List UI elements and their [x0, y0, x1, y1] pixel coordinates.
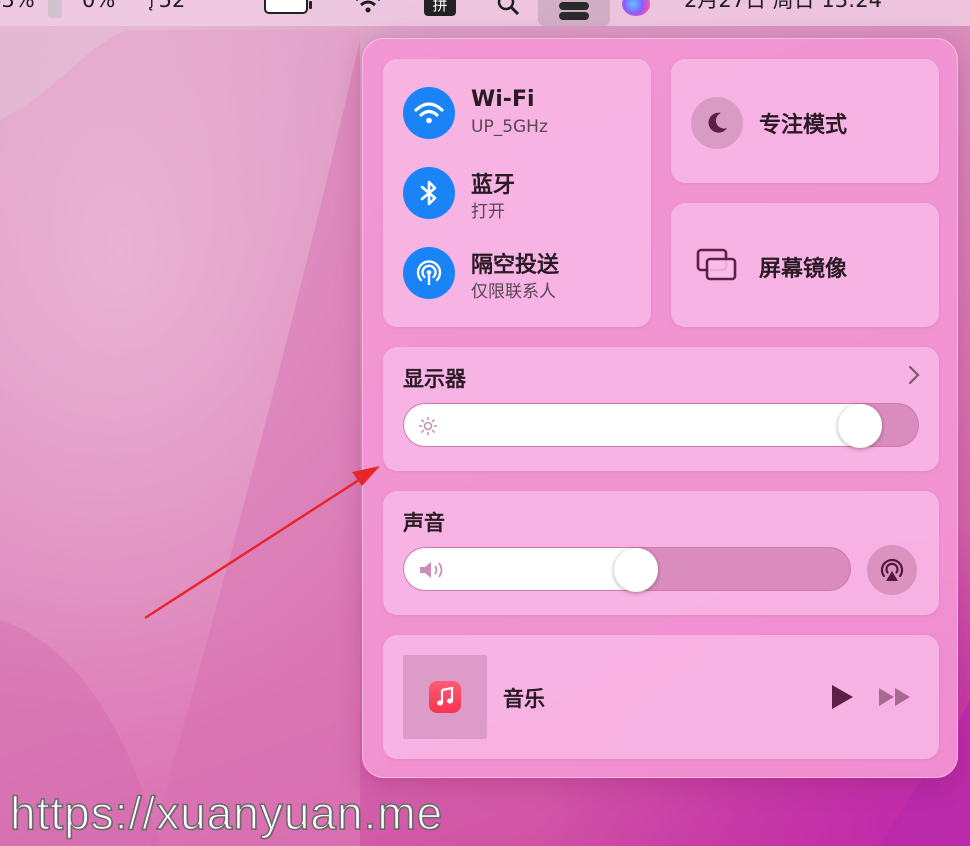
moon-icon: [691, 97, 743, 149]
toggle-switches-icon: [559, 2, 589, 20]
wifi-title: Wi-Fi: [471, 87, 535, 112]
bluetooth-icon[interactable]: [403, 167, 455, 219]
sound-module: 声音: [383, 491, 939, 615]
airdrop-toggle-row[interactable]: 隔空投送 仅限联系人: [403, 247, 643, 302]
memory-usage[interactable]: 0%: [82, 0, 115, 14]
cpu-usage[interactable]: 43%: [0, 0, 35, 14]
wifi-network-name: UP_5GHz: [471, 117, 548, 137]
volume-slider-knob[interactable]: [614, 548, 658, 592]
chevron-right-icon[interactable]: [907, 365, 921, 389]
connectivity-module[interactable]: Wi-Fi UP_5GHz 蓝牙 打开 隔空投送 仅限联系人: [383, 59, 651, 327]
battery-icon[interactable]: [264, 0, 312, 14]
control-center-button[interactable]: [538, 0, 610, 26]
bluetooth-title: 蓝牙: [471, 173, 516, 198]
watermark-text: https://xuanyuan.me: [9, 786, 444, 840]
airdrop-status: 仅限联系人: [471, 282, 556, 302]
focus-mode-button[interactable]: 专注模式: [671, 59, 939, 183]
sound-title: 声音: [403, 511, 445, 535]
bluetooth-toggle-row[interactable]: 蓝牙 打开: [403, 167, 643, 222]
control-center-panel: Wi-Fi UP_5GHz 蓝牙 打开 隔空投送 仅限联系人 专注模式 屏幕镜像…: [362, 38, 958, 778]
siri-icon[interactable]: [622, 0, 650, 16]
temperature-value: 52°: [158, 0, 196, 12]
next-track-button[interactable]: [877, 685, 913, 713]
volume-slider[interactable]: [403, 547, 851, 592]
fast-forward-icon: [879, 688, 910, 706]
airplay-audio-button[interactable]: [867, 545, 917, 595]
play-button[interactable]: [829, 683, 855, 715]
brightness-slider-knob[interactable]: [838, 404, 882, 448]
wifi-menu-icon[interactable]: [354, 0, 382, 18]
cpu-meter-icon: [48, 0, 62, 18]
bluetooth-status: 打开: [471, 202, 505, 222]
display-module: 显示器: [383, 347, 939, 471]
menu-bar: 43% 0% ᶘ 52° 拼 2月27日 周日 13:24: [0, 0, 970, 26]
thermometer-icon: ᶘ: [150, 0, 159, 11]
wifi-toggle-row[interactable]: Wi-Fi UP_5GHz: [403, 87, 643, 141]
airdrop-title: 隔空投送: [471, 253, 560, 278]
focus-mode-label: 专注模式: [759, 113, 848, 138]
music-note-icon: [429, 681, 461, 713]
brightness-slider[interactable]: [403, 403, 919, 448]
now-playing-title: 音乐: [503, 687, 545, 711]
album-artwork[interactable]: [403, 655, 487, 739]
sun-icon: [418, 416, 438, 440]
menu-bar-clock[interactable]: 2月27日 周日 13:24: [684, 0, 882, 14]
screen-mirroring-label: 屏幕镜像: [759, 257, 848, 282]
play-icon: [832, 685, 853, 709]
now-playing-module: 音乐: [383, 635, 939, 759]
spotlight-search-icon[interactable]: [496, 0, 522, 20]
temperature-reading[interactable]: ᶘ 52°: [150, 0, 196, 14]
display-title: 显示器: [403, 367, 466, 391]
input-method-indicator[interactable]: 拼: [424, 0, 456, 16]
brightness-slider-fill: [404, 404, 882, 446]
screen-mirroring-button[interactable]: 屏幕镜像: [671, 203, 939, 327]
airplay-audio-icon: [880, 558, 904, 581]
speaker-icon: [418, 560, 448, 584]
wifi-icon[interactable]: [403, 87, 455, 139]
screen-mirroring-icon: [695, 247, 739, 287]
airdrop-icon[interactable]: [403, 247, 455, 299]
